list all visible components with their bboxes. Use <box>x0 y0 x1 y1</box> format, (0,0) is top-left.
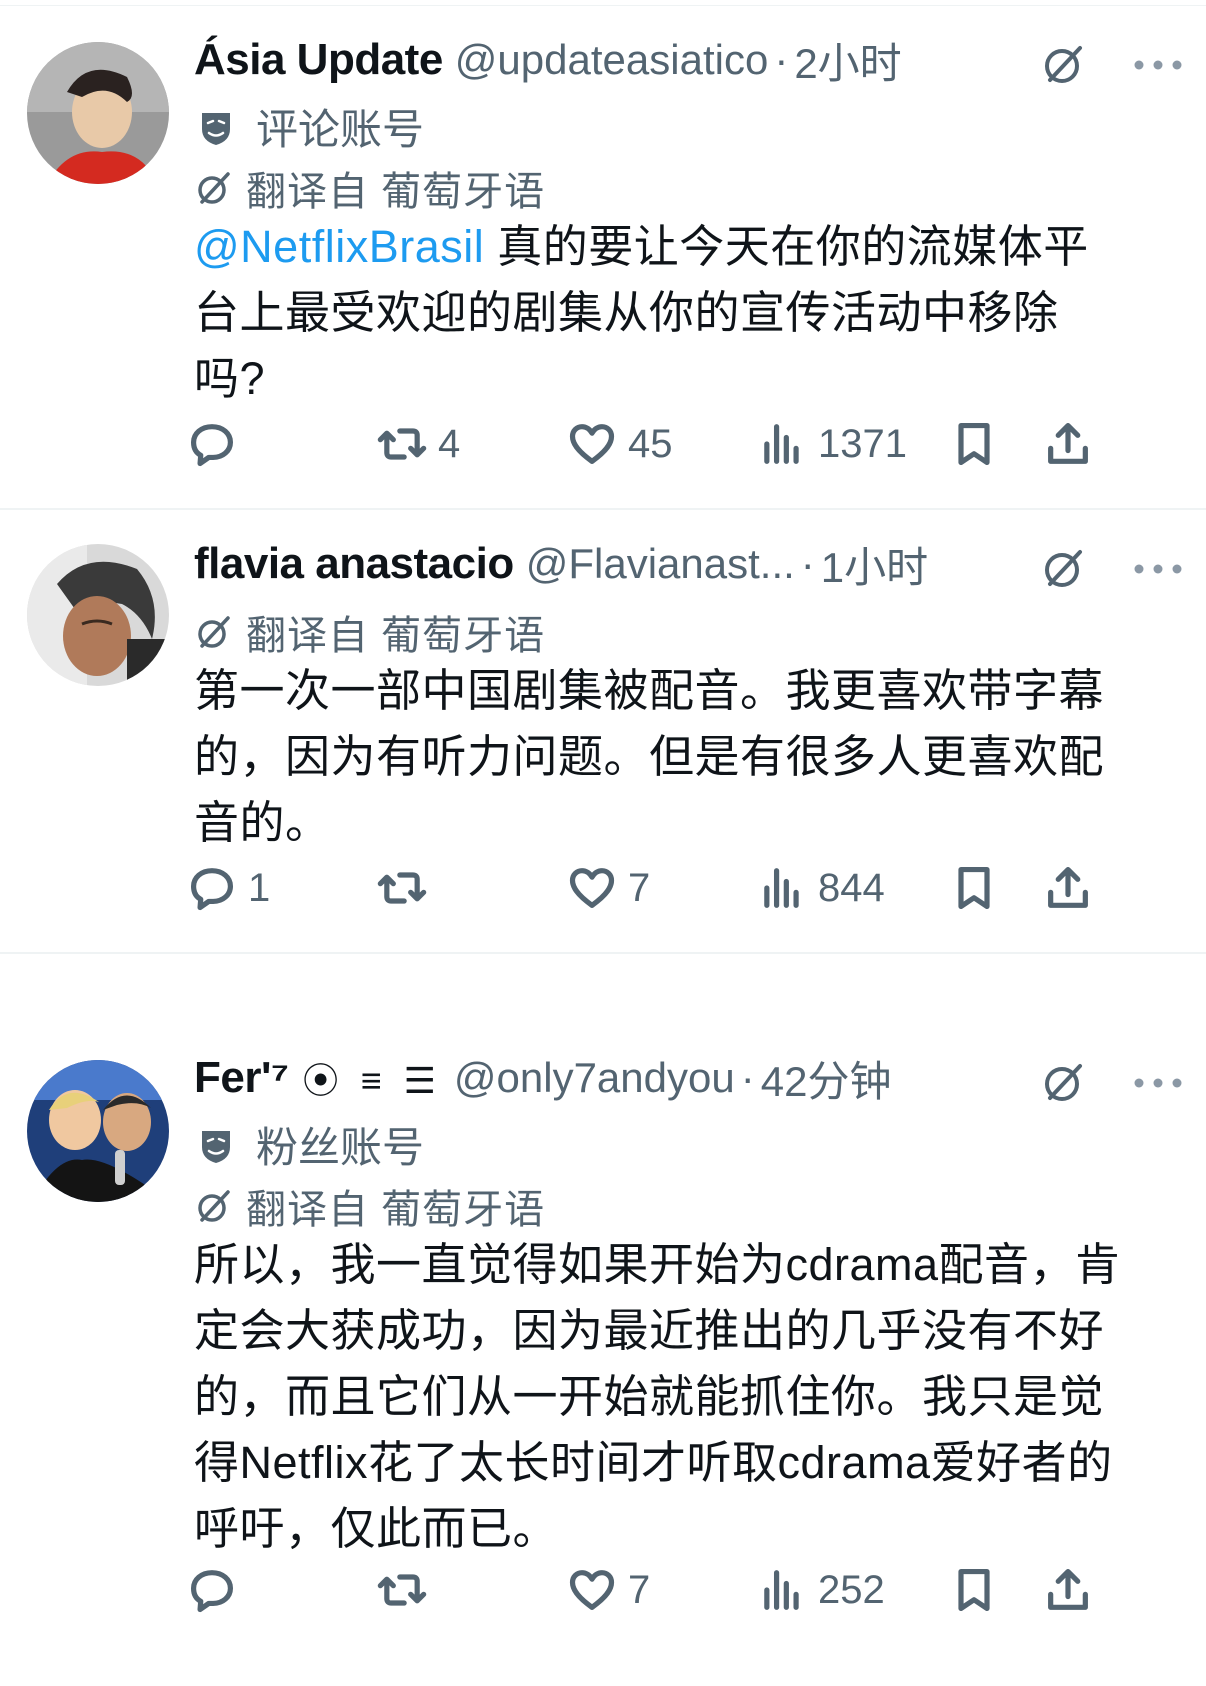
grok-icon[interactable] <box>1040 40 1088 88</box>
reply-icon <box>190 868 234 911</box>
retweet-icon <box>377 428 427 460</box>
grok-icon[interactable] <box>1040 544 1088 592</box>
retweet-icon <box>377 1574 427 1606</box>
account-label: 评论账号 <box>196 96 424 157</box>
translation-note-text: 翻译自 葡萄牙语 <box>246 170 546 214</box>
translation-note-text: 翻译自 葡萄牙语 <box>246 614 546 658</box>
timestamp[interactable]: 1小时 <box>821 534 928 595</box>
like-count: 7 <box>628 1567 651 1612</box>
views-button[interactable]: 1371 <box>756 418 907 470</box>
translation-note[interactable]: 翻译自 葡萄牙语 <box>194 159 545 217</box>
theater-mask-icon <box>202 112 230 145</box>
tweet[interactable]: flavia anastacio @Flavianast... · 1小时 翻译… <box>0 510 1206 954</box>
view-count: 1371 <box>818 421 907 466</box>
separator-dot: · <box>800 540 815 587</box>
like-count: 45 <box>628 421 673 466</box>
more-options-icon[interactable] <box>1132 1076 1184 1090</box>
share-icon <box>1048 422 1088 464</box>
view-count: 844 <box>818 865 885 910</box>
like-count: 7 <box>628 865 651 910</box>
retweet-button[interactable] <box>376 1564 438 1616</box>
bookmark-icon <box>958 422 990 466</box>
grok-translate-icon <box>198 1190 230 1222</box>
grok-icon[interactable] <box>1040 1058 1088 1106</box>
action-bar: 7 252 <box>0 1564 1206 1624</box>
theater-mask-icon <box>202 1130 230 1163</box>
more-options-icon[interactable] <box>1132 562 1184 576</box>
user-handle[interactable]: @Flavianast... <box>526 540 795 588</box>
display-name[interactable]: Ásia Update <box>194 35 443 85</box>
analytics-icon <box>764 868 799 908</box>
like-button[interactable]: 45 <box>566 418 673 470</box>
views-button[interactable]: 844 <box>756 862 885 914</box>
display-name[interactable]: Fer'⁷ <box>194 1053 289 1103</box>
heart-icon <box>569 1570 615 1610</box>
separator-dot: · <box>740 1054 755 1101</box>
grok-translate-icon <box>198 616 230 648</box>
retweet-button[interactable]: 4 <box>376 418 460 470</box>
heart-icon <box>569 424 615 464</box>
avatar[interactable] <box>27 544 169 686</box>
reply-button[interactable]: 1 <box>186 862 270 914</box>
action-bar: 1 7 844 <box>0 862 1206 922</box>
avatar[interactable] <box>27 42 169 184</box>
retweet-button[interactable] <box>376 862 438 914</box>
reply-icon <box>190 424 234 467</box>
translation-note-text: 翻译自 葡萄牙语 <box>246 1188 546 1232</box>
user-handle[interactable]: @updateasiatico <box>455 36 769 84</box>
display-name[interactable]: flavia anastacio <box>194 539 514 589</box>
avatar[interactable] <box>27 1060 169 1202</box>
tweet-text: @NetflixBrasil 真的要让今天在你的流媒体平 台上最受欢迎的剧集从你… <box>194 214 1184 412</box>
tweet-text: 第一次一部中国剧集被配音。我更喜欢带字幕 的，因为有听力问题。但是有很多人更喜欢… <box>194 665 1105 848</box>
reply-count: 1 <box>248 865 271 910</box>
name-emoji-symbols: ⦿ ≡ ☰ <box>302 1060 442 1101</box>
share-button[interactable] <box>1042 418 1094 470</box>
tweet-text: 所以，我一直觉得如果开始为cdrama配音，肯 定会大获成功，因为最近推出的几乎… <box>194 1239 1121 1554</box>
user-handle[interactable]: @only7andyou <box>454 1054 735 1102</box>
share-button[interactable] <box>1042 862 1094 914</box>
separator-dot: · <box>774 36 789 83</box>
like-button[interactable]: 7 <box>566 862 650 914</box>
retweet-icon <box>377 872 427 904</box>
reply-icon <box>190 1570 234 1613</box>
analytics-icon <box>764 1570 799 1610</box>
timestamp[interactable]: 2小时 <box>794 30 901 91</box>
analytics-icon <box>764 424 799 464</box>
timestamp[interactable]: 42分钟 <box>761 1048 892 1109</box>
views-button[interactable]: 252 <box>756 1564 885 1616</box>
retweet-count: 4 <box>438 421 461 466</box>
bookmark-button[interactable] <box>948 862 1000 914</box>
share-button[interactable] <box>1042 1564 1094 1616</box>
account-label-text: 粉丝账号 <box>256 1124 425 1171</box>
view-count: 252 <box>818 1567 885 1612</box>
heart-icon <box>569 868 615 908</box>
bookmark-button[interactable] <box>948 418 1000 470</box>
more-options-icon[interactable] <box>1132 58 1184 72</box>
share-icon <box>1048 1568 1088 1610</box>
tweet[interactable]: Fer'⁷ ⦿ ≡ ☰ @only7andyou · 42分钟 粉丝账号 翻译自… <box>0 1024 1206 1686</box>
translation-note[interactable]: 翻译自 葡萄牙语 <box>194 603 545 661</box>
mention-link[interactable]: @NetflixBrasil <box>194 221 484 272</box>
action-bar: 4 45 1371 <box>0 418 1206 478</box>
reply-button[interactable] <box>186 418 248 470</box>
bookmark-button[interactable] <box>948 1564 1000 1616</box>
account-label-text: 评论账号 <box>256 106 425 153</box>
account-label: 粉丝账号 <box>196 1114 424 1175</box>
bookmark-icon <box>958 1568 990 1612</box>
grok-translate-icon <box>198 172 230 204</box>
reply-button[interactable] <box>186 1564 248 1616</box>
like-button[interactable]: 7 <box>566 1564 650 1616</box>
translation-note[interactable]: 翻译自 葡萄牙语 <box>194 1177 545 1235</box>
bookmark-icon <box>958 866 990 910</box>
share-icon <box>1048 866 1088 908</box>
tweet[interactable]: Ásia Update @updateasiatico · 2小时 评论账号 翻… <box>0 6 1206 510</box>
